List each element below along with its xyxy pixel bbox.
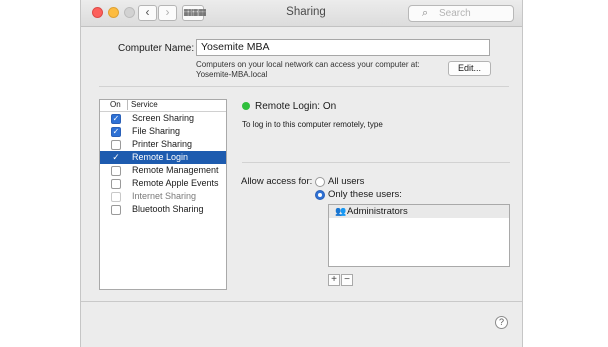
service-label: Internet Sharing [132,191,197,201]
allow-access-label: Allow access for: [241,176,313,187]
checkbox-remote-login[interactable]: ✓ [111,153,121,163]
service-row-internet-sharing[interactable]: Internet Sharing [100,190,226,203]
zoom-window-button[interactable] [124,7,135,18]
service-row-bluetooth-sharing[interactable]: Bluetooth Sharing [100,203,226,216]
service-label: Remote Apple Events [132,178,219,188]
service-label: Screen Sharing [132,113,195,123]
service-row-screen-sharing[interactable]: ✓ Screen Sharing [100,112,226,125]
title-bar: ‹ › ▦▦▦ Sharing ⌕ Search [81,0,522,27]
checkbox-remote-management[interactable] [111,166,121,176]
service-row-file-sharing[interactable]: ✓ File Sharing [100,125,226,138]
forward-button[interactable]: › [158,5,177,21]
checkbox-bluetooth-sharing[interactable] [111,205,121,215]
services-header: On Service [100,100,226,112]
checkbox-screen-sharing[interactable]: ✓ [111,114,121,124]
radio-all-users-label[interactable]: All users [328,176,364,187]
remote-login-status: Remote Login: On [255,101,337,112]
column-header-service[interactable]: Service [127,100,158,110]
list-item[interactable]: 👥 Administrators [329,205,509,218]
help-button[interactable]: ? [495,316,508,329]
search-field[interactable]: ⌕ Search [408,5,514,22]
window-title: Sharing [286,6,326,18]
radio-only-these-users-label[interactable]: Only these users: [328,189,402,200]
checkbox-file-sharing[interactable]: ✓ [111,127,121,137]
services-list: On Service ✓ Screen Sharing ✓ File Shari… [99,99,227,290]
back-button[interactable]: ‹ [138,5,157,21]
user-name: Administrators [347,206,408,217]
login-instructions: To log in to this computer remotely, typ… [242,120,383,129]
service-label: File Sharing [132,126,181,136]
radio-all-users[interactable] [315,177,325,187]
edit-button[interactable]: Edit... [448,61,491,76]
note-line-2: Yosemite-MBA.local [196,70,268,79]
sharing-window: ‹ › ▦▦▦ Sharing ⌕ Search Computer Name: … [80,0,523,347]
add-user-button[interactable]: + [328,274,340,286]
service-row-remote-management[interactable]: Remote Management [100,164,226,177]
allowed-users-list: 👥 Administrators [328,204,510,267]
computer-name-input[interactable]: Yosemite MBA [196,39,490,56]
computer-name-note: Computers on your local network can acce… [196,60,456,80]
service-label: Printer Sharing [132,139,193,149]
service-row-remote-login[interactable]: ✓ Remote Login [100,151,226,164]
column-header-on[interactable]: On [110,100,121,110]
divider [99,86,509,87]
status-indicator-icon [242,102,250,110]
search-icon: ⌕ [422,7,429,19]
radio-only-these-users[interactable] [315,190,325,200]
divider [242,162,510,163]
note-line-1: Computers on your local network can acce… [196,60,420,69]
service-label: Remote Management [132,165,219,175]
show-all-grid-button[interactable]: ▦▦▦ [182,5,207,21]
divider [81,301,522,302]
group-icon: 👥 [335,206,347,216]
service-label: Remote Login [132,152,189,162]
minimize-window-button[interactable] [108,7,119,18]
close-window-button[interactable] [92,7,103,18]
search-placeholder: Search [439,8,471,19]
remove-user-button[interactable]: − [341,274,353,286]
service-row-remote-apple-events[interactable]: Remote Apple Events [100,177,226,190]
checkbox-internet-sharing[interactable] [111,192,121,202]
checkbox-printer-sharing[interactable] [111,140,121,150]
service-row-printer-sharing[interactable]: Printer Sharing [100,138,226,151]
service-label: Bluetooth Sharing [132,204,204,214]
checkbox-remote-apple-events[interactable] [111,179,121,189]
computer-name-label: Computer Name: [118,43,195,54]
